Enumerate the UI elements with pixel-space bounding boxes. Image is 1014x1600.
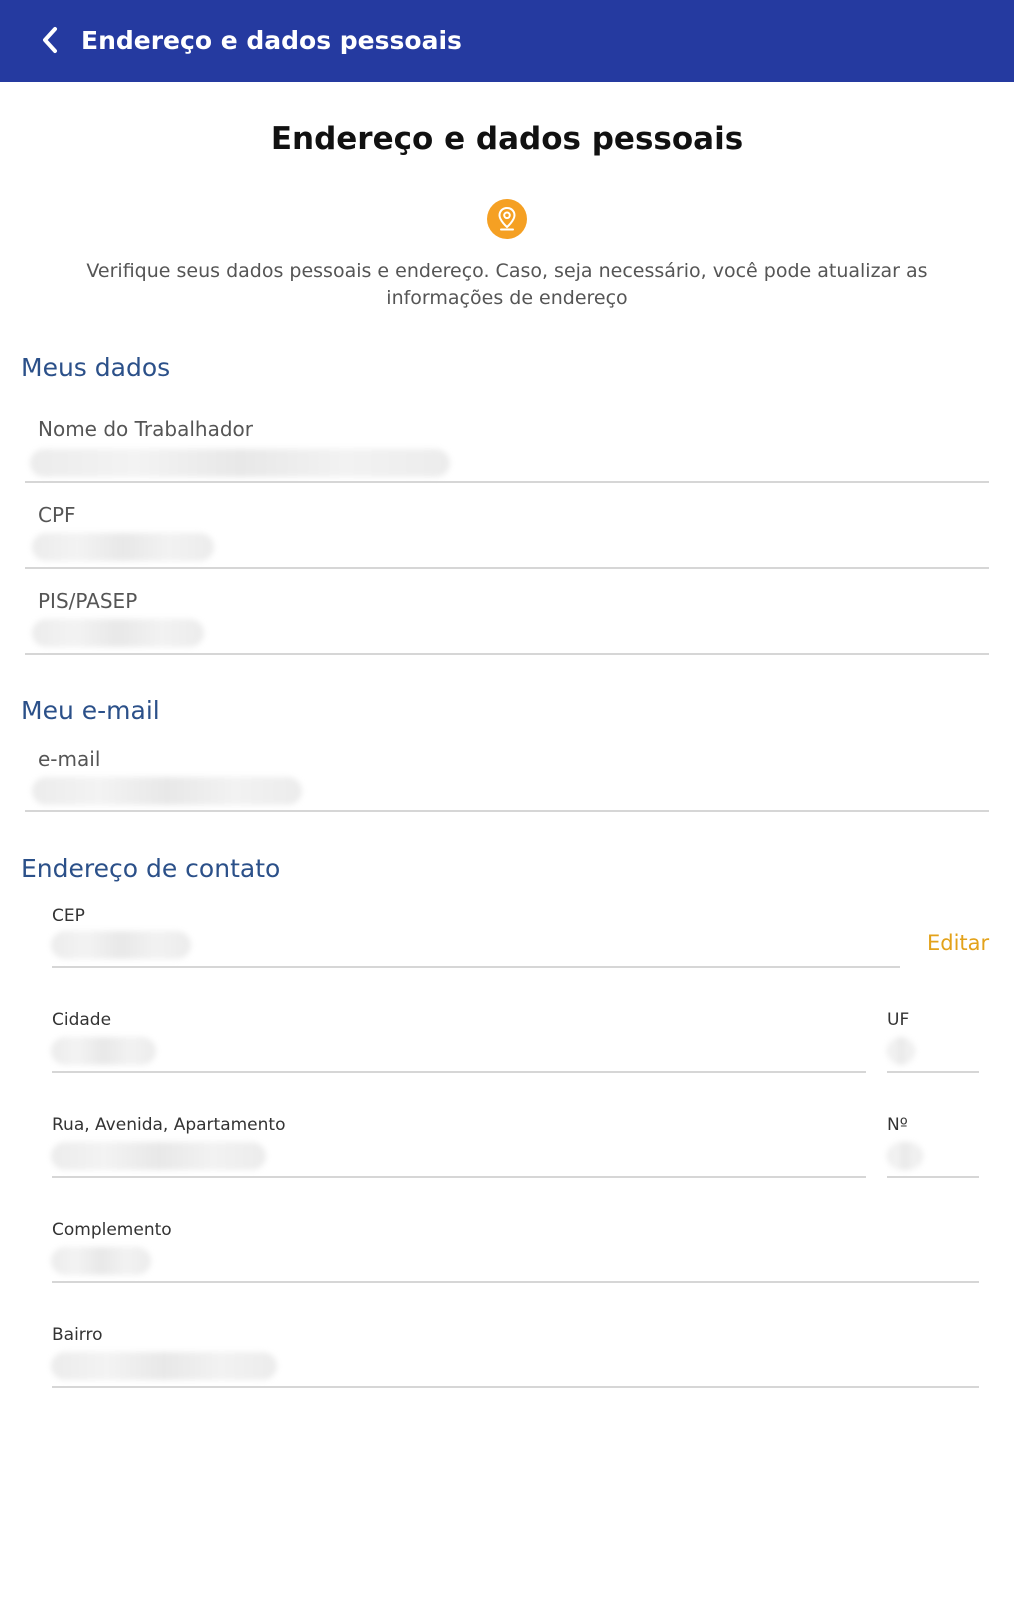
bairro-underline [52,1386,979,1388]
uf-underline [887,1071,979,1073]
field-label-pis-pasep: PIS/PASEP [38,589,138,613]
cidade-underline [52,1071,866,1073]
numero-underline [887,1176,979,1178]
field-label-bairro: Bairro [52,1325,103,1345]
field-label-complemento: Complemento [52,1220,172,1240]
divider [25,810,989,812]
page-title: Endereço e dados pessoais [270,121,744,157]
field-label-nome: Nome do Trabalhador [38,417,253,441]
field-value-nome-redacted [30,449,450,477]
chevron-left-icon [43,27,57,53]
section-title-meus-dados: Meus dados [21,353,171,382]
field-label-numero: Nº [887,1115,908,1135]
field-value-bairro-redacted [51,1352,277,1380]
location-pin-icon [487,199,527,239]
field-value-pis-pasep-redacted [32,619,204,647]
edit-address-button[interactable]: Editar [927,929,989,957]
divider [25,653,989,655]
cep-underline [52,966,900,968]
divider [25,481,989,483]
field-label-cep: CEP [52,906,85,926]
field-label-email: e-mail [38,747,101,771]
field-label-cpf: CPF [38,503,76,527]
field-value-numero-redacted [887,1142,923,1170]
back-button[interactable] [30,20,70,60]
field-label-cidade: Cidade [52,1010,112,1030]
screen: Endereço e dados pessoais Endereço e dad… [0,0,1014,1600]
field-value-cep-redacted [51,931,191,959]
field-value-email-redacted [32,777,302,805]
field-value-cidade-redacted [51,1037,156,1065]
field-value-cpf-redacted [32,533,214,561]
complemento-underline [52,1281,979,1283]
app-bar: Endereço e dados pessoais [0,0,1014,82]
rua-underline [52,1176,866,1178]
field-label-uf: UF [887,1010,910,1030]
divider [25,567,989,569]
app-bar-title: Endereço e dados pessoais [81,26,462,55]
field-value-rua-redacted [51,1142,266,1170]
section-title-endereco: Endereço de contato [21,854,281,883]
field-label-rua: Rua, Avenida, Apartamento [52,1115,286,1135]
intro-description: Verifique seus dados pessoais e endereço… [86,260,928,309]
section-title-meu-email: Meu e-mail [21,696,160,725]
field-value-complemento-redacted [51,1247,151,1275]
field-value-uf-redacted [887,1037,915,1065]
